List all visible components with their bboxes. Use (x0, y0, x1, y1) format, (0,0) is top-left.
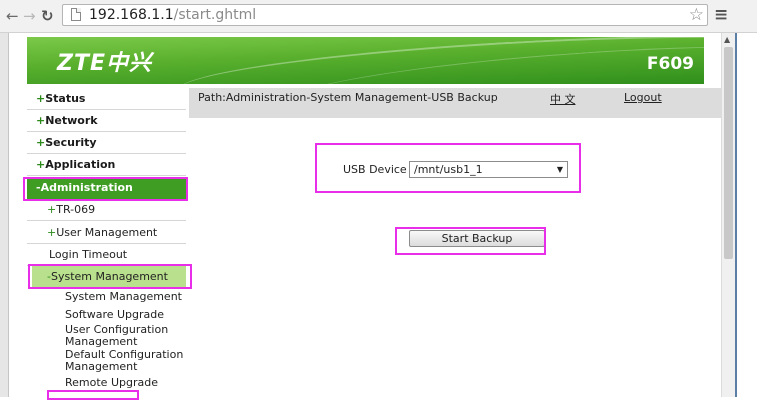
sidebar-item-application[interactable]: +Application (27, 154, 186, 176)
sidebar-item-label: User Management (56, 226, 158, 239)
expand-symbol: + (36, 136, 46, 149)
sidebar-item-label: Application (45, 158, 116, 171)
sidebar-leaf-default-configuration-management[interactable]: Default Configuration Management (27, 349, 186, 373)
vertical-scrollbar[interactable]: ▲ (721, 33, 735, 397)
window-frame-left (0, 33, 9, 397)
breadcrumb: Path:Administration-System Management-US… (198, 91, 498, 104)
language-link[interactable]: 中 文 (550, 91, 576, 107)
annotation-box-bottom (47, 390, 139, 400)
hamburger-menu-icon[interactable]: ≡ (714, 5, 728, 25)
url-host: 192.168.1.1 (89, 7, 174, 23)
annotation-box-administration (23, 177, 188, 201)
expand-symbol: + (47, 226, 57, 239)
sidebar-item-user-management[interactable]: +User Management (27, 222, 186, 244)
sidebar-item-security[interactable]: +Security (27, 132, 186, 154)
sidebar-item-label: TR-069 (56, 203, 96, 216)
zte-logo: ZTE中兴 (57, 51, 152, 76)
sidebar-leaf-remote-upgrade[interactable]: Remote Upgrade (27, 377, 186, 389)
sidebar-item-label: Status (45, 92, 86, 105)
url-path: /start.ghtml (173, 7, 257, 23)
sidebar-leaf-system-management[interactable]: System Management (27, 291, 186, 303)
expand-symbol: + (36, 92, 46, 105)
sidebar: +Status +Network +Security +Application … (27, 88, 186, 397)
path-bar: Path:Administration-System Management-US… (189, 88, 721, 118)
expand-symbol: + (47, 203, 57, 216)
url-text[interactable]: 192.168.1.1/start.ghtml (89, 6, 256, 24)
reload-icon[interactable]: ↻ (41, 7, 54, 25)
address-bar[interactable]: 192.168.1.1/start.ghtml ☆ (62, 4, 708, 26)
sidebar-item-tr069[interactable]: +TR-069 (27, 199, 186, 221)
page-icon (71, 8, 81, 21)
arrow-right-icon[interactable]: → (23, 7, 36, 25)
sidebar-item-label: Network (45, 114, 98, 127)
scroll-up-icon[interactable]: ▲ (724, 35, 730, 44)
sidebar-leaf-user-configuration-management[interactable]: User Configuration Management (27, 324, 177, 348)
sidebar-item-label: Login Timeout (49, 248, 128, 261)
sidebar-item-status[interactable]: +Status (27, 88, 186, 110)
arrow-left-icon[interactable]: ← (6, 7, 19, 25)
annotation-box-system-management (28, 264, 192, 289)
scroll-thumb[interactable] (724, 47, 733, 259)
expand-symbol: + (36, 114, 46, 127)
header-banner: ZTE中兴 F609 (27, 37, 704, 84)
expand-symbol: + (36, 158, 46, 171)
device-model: F609 (646, 54, 694, 74)
sidebar-item-label: Security (45, 136, 97, 149)
annotation-box-usb-device (315, 143, 581, 193)
sidebar-item-login-timeout[interactable]: Login Timeout (27, 244, 186, 266)
annotation-box-start-backup (395, 227, 546, 255)
browser-toolbar: ← → ↻ 192.168.1.1/start.ghtml ☆ ≡ (0, 0, 757, 33)
star-icon[interactable]: ☆ (689, 5, 704, 25)
logout-link[interactable]: Logout (624, 91, 662, 104)
sidebar-leaf-software-upgrade[interactable]: Software Upgrade (27, 309, 186, 321)
window-frame-right (737, 33, 757, 397)
sidebar-item-network[interactable]: +Network (27, 110, 186, 132)
